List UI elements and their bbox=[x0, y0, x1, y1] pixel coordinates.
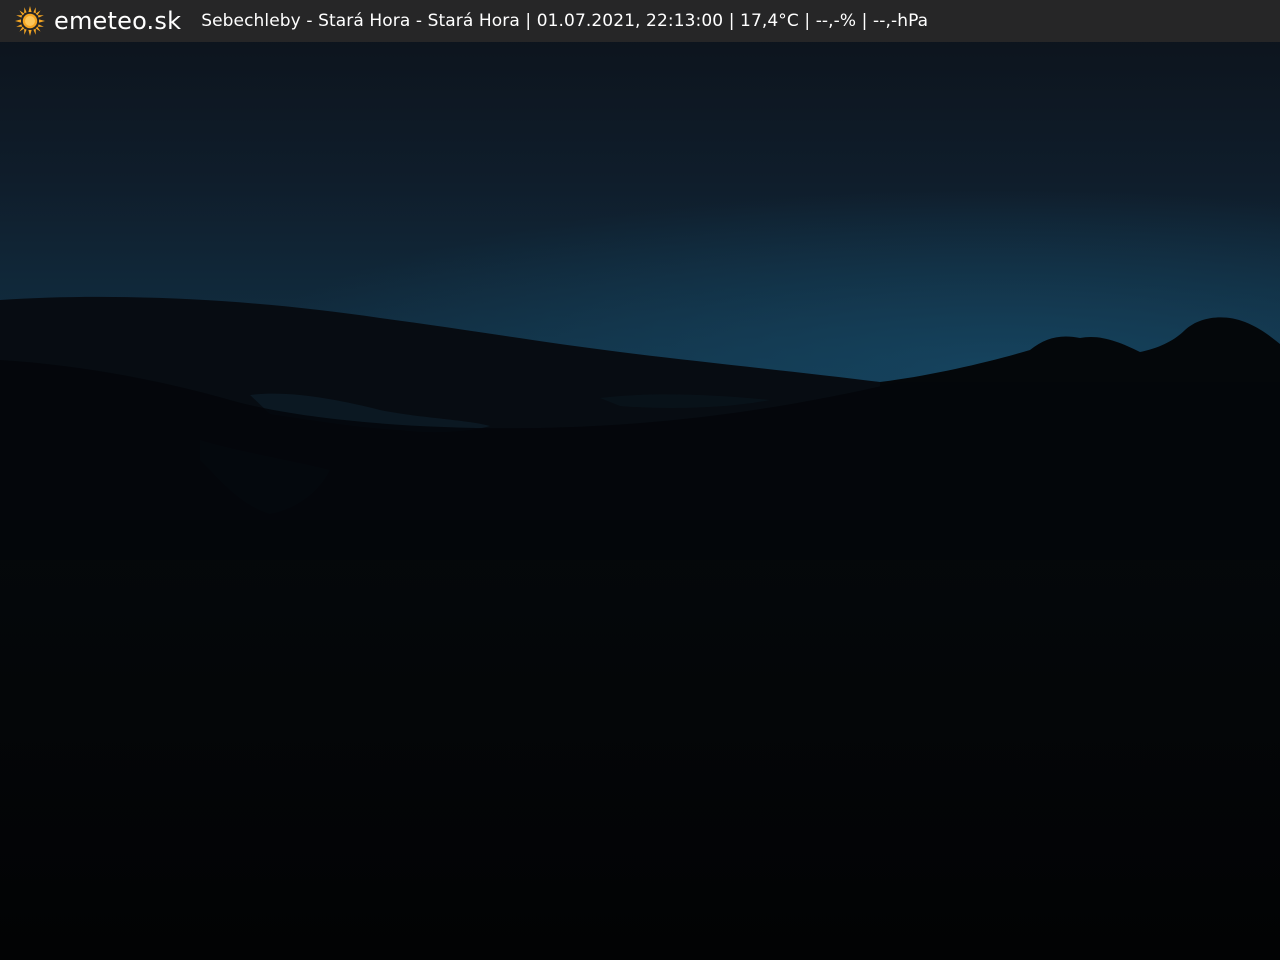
sun-icon bbox=[15, 6, 45, 36]
webcam-caption: Sebechleby - Stará Hora - Stará Hora | 0… bbox=[201, 11, 929, 31]
logo[interactable]: emeteo.sk bbox=[14, 0, 181, 42]
webcam-image bbox=[0, 0, 1280, 960]
caption-bar: emeteo.sk Sebechleby - Stará Hora - Star… bbox=[0, 0, 1280, 42]
dark-foreground bbox=[0, 520, 1280, 960]
brand-name: emeteo.sk bbox=[54, 7, 182, 35]
webcam-frame: emeteo.sk Sebechleby - Stará Hora - Star… bbox=[0, 0, 1280, 960]
